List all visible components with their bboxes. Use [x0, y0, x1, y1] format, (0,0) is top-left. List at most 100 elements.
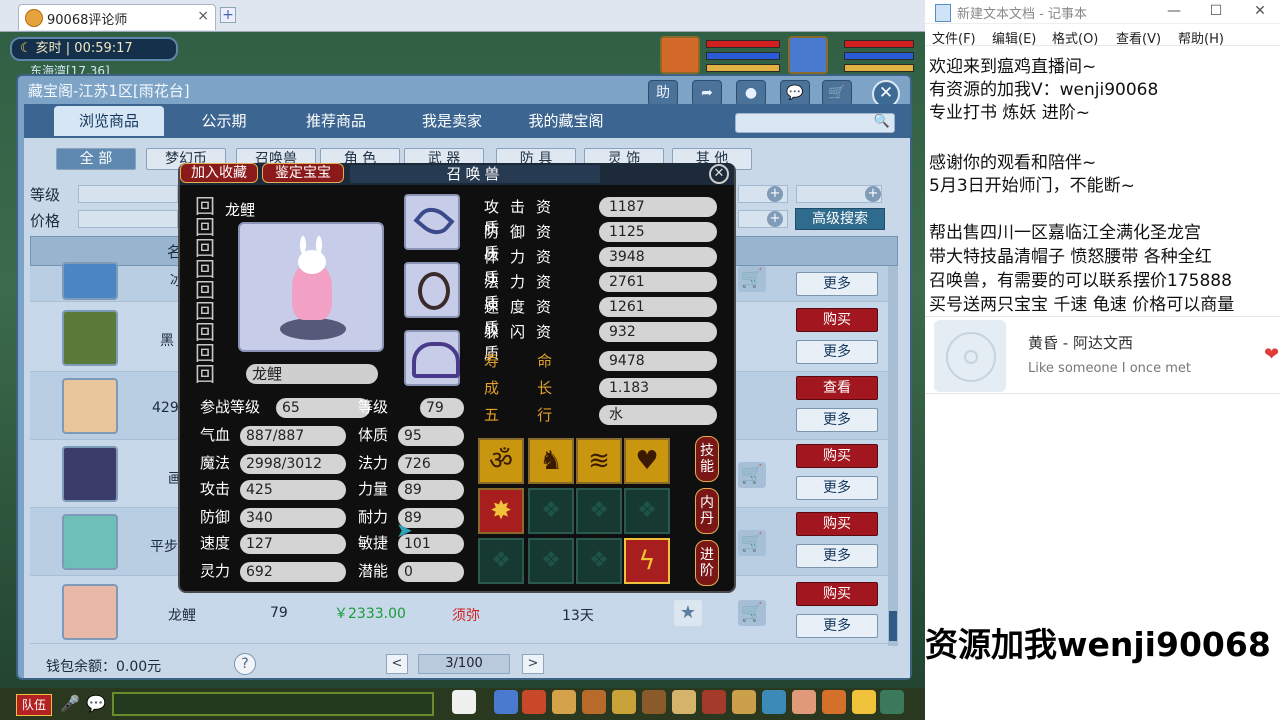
help-button[interactable]: 助 [648, 80, 678, 106]
buy-button[interactable]: 购买 [796, 308, 878, 332]
skill-slot-empty[interactable]: ❖ [528, 538, 574, 584]
skill-slot[interactable]: ॐ [478, 438, 524, 484]
more-button[interactable]: 更多 [796, 476, 878, 500]
skill-icon[interactable] [702, 690, 726, 714]
equip-slot-helmet[interactable] [404, 194, 460, 250]
team-button[interactable]: 队伍 [16, 694, 52, 716]
level-extra-plus-icon[interactable]: + [865, 186, 881, 202]
price-filter-min[interactable] [78, 210, 178, 228]
browser-tab[interactable]: 90068评论师 × [18, 4, 216, 30]
category-all[interactable]: 全 部 [56, 148, 136, 170]
prev-page-button[interactable]: < [386, 654, 408, 674]
item-bag-icon[interactable] [522, 690, 546, 714]
skill-slot[interactable]: ♞ [528, 438, 574, 484]
notepad-line[interactable]: 召唤兽，有需要的可以联系摆价175888 [929, 266, 1232, 291]
friends-icon[interactable] [762, 690, 786, 714]
skill-slot[interactable]: ✸ [478, 488, 524, 534]
tab-seller[interactable]: 我是卖家 [402, 106, 502, 136]
tab-recommended[interactable]: 推荐商品 [286, 106, 386, 136]
minimize-button[interactable]: — [1154, 0, 1194, 24]
advanced-search-button[interactable]: 高级搜索 [795, 208, 885, 230]
heart-icon[interactable]: ❤ [1264, 344, 1279, 365]
help-icon[interactable]: ? [234, 653, 256, 675]
system-icon[interactable] [732, 690, 756, 714]
menu-format[interactable]: 格式(O) [1052, 28, 1098, 47]
tab-my-pavilion[interactable]: 我的藏宝阁 [514, 106, 618, 136]
tab-public[interactable]: 公示期 [174, 106, 274, 136]
attack-icon[interactable] [494, 690, 518, 714]
pet-portrait-avatar[interactable] [660, 36, 700, 74]
settings-icon[interactable] [880, 690, 904, 714]
skill-slot-empty[interactable]: ❖ [624, 488, 670, 534]
search-input[interactable]: 🔍 [735, 113, 895, 133]
level-filter-min[interactable] [78, 185, 178, 203]
notepad-line[interactable]: 欢迎来到瘟鸡直播间~ [929, 52, 1096, 77]
more-button[interactable]: 更多 [796, 408, 878, 432]
scrollbar-thumb[interactable] [889, 611, 897, 641]
add-cart-icon[interactable]: 🛒 [738, 462, 766, 488]
emoji-icon[interactable] [852, 690, 876, 714]
cart-icon[interactable]: 🛒 [822, 80, 852, 106]
add-cart-icon[interactable]: 🛒 [738, 266, 766, 292]
appraise-button[interactable]: 鉴定宝宝 [262, 163, 344, 183]
favorite-star-icon[interactable]: ★ [674, 600, 702, 626]
give-icon[interactable] [552, 690, 576, 714]
notepad-line[interactable]: 帮出售四川一区嘉临江全满化圣龙宫 [929, 218, 1201, 243]
more-button[interactable]: 更多 [796, 340, 878, 364]
more-button[interactable]: 更多 [796, 614, 878, 638]
quest-icon[interactable] [672, 690, 696, 714]
inner-core-tab-button[interactable]: 内丹 [695, 488, 719, 534]
menu-help[interactable]: 帮助(H) [1178, 28, 1224, 47]
buy-button[interactable]: 购买 [796, 444, 878, 468]
equip-slot-collar[interactable] [404, 262, 460, 318]
notepad-line[interactable]: 感谢你的观看和陪伴~ [929, 148, 1096, 173]
search-icon[interactable]: 🔍 [874, 114, 890, 129]
menu-edit[interactable]: 编辑(E) [992, 28, 1036, 47]
add-cart-icon[interactable]: 🛒 [738, 600, 766, 626]
skill-slot-empty[interactable]: ❖ [576, 538, 622, 584]
microphone-icon[interactable]: 🎤 [60, 694, 80, 714]
guild-icon[interactable] [642, 690, 666, 714]
chat-bubble-icon[interactable]: 💬 [86, 694, 106, 714]
skill-slot[interactable]: ♥ [624, 438, 670, 484]
view-button[interactable]: 查看 [796, 376, 878, 400]
skill-slot-empty[interactable]: ❖ [528, 488, 574, 534]
new-tab-button[interactable]: + [220, 7, 236, 23]
chat-input[interactable] [112, 692, 434, 716]
notepad-line[interactable]: 有资源的加我V：wenji90068 [929, 75, 1158, 100]
next-page-button[interactable]: > [522, 654, 544, 674]
summon-close-button[interactable]: ✕ [709, 164, 729, 184]
notepad-line[interactable]: 带大特技晶清帽子 愤怒腰带 各种全红 [929, 242, 1212, 267]
more-button[interactable]: 更多 [796, 272, 878, 296]
close-window-button[interactable]: ✕ [1240, 0, 1280, 24]
notepad-line[interactable]: 买号送两只宝宝 千速 龟速 价格可以商量 [929, 290, 1234, 315]
list-scrollbar[interactable] [888, 266, 898, 646]
skill-slot[interactable]: ϟ [624, 538, 670, 584]
buy-button[interactable]: 购买 [796, 512, 878, 536]
buy-button[interactable]: 购买 [796, 582, 878, 606]
add-favorite-button[interactable]: 加入收藏 [180, 163, 258, 183]
pet-icon[interactable] [452, 690, 476, 714]
menu-file[interactable]: 文件(F) [932, 28, 976, 47]
more-button[interactable]: 更多 [796, 544, 878, 568]
skills-tab-button[interactable]: 技能 [695, 436, 719, 482]
notepad-line[interactable]: 5月3日开始师门，不能断~ [929, 171, 1135, 196]
notepad-line[interactable]: 专业打书 炼妖 进阶~ [929, 98, 1090, 123]
tab-browse[interactable]: 浏览商品 [54, 106, 164, 136]
trade-icon[interactable] [582, 690, 606, 714]
skill-slot-empty[interactable]: ❖ [478, 538, 524, 584]
price-plus-icon[interactable]: + [767, 211, 783, 227]
add-cart-icon[interactable]: 🛒 [738, 530, 766, 556]
activity-icon[interactable] [822, 690, 846, 714]
equip-slot-armor[interactable] [404, 330, 460, 386]
level-plus-icon[interactable]: + [767, 186, 783, 202]
tab-close-icon[interactable]: × [197, 8, 209, 24]
skill-slot[interactable]: ≋ [576, 438, 622, 484]
record-icon[interactable]: ● [736, 80, 766, 106]
menu-view[interactable]: 查看(V) [1116, 28, 1161, 47]
mall-icon[interactable] [792, 690, 816, 714]
share-icon[interactable]: ➦ [692, 80, 722, 106]
team-icon[interactable] [612, 690, 636, 714]
maximize-button[interactable]: ☐ [1196, 0, 1236, 24]
advance-tab-button[interactable]: 进阶 [695, 540, 719, 586]
